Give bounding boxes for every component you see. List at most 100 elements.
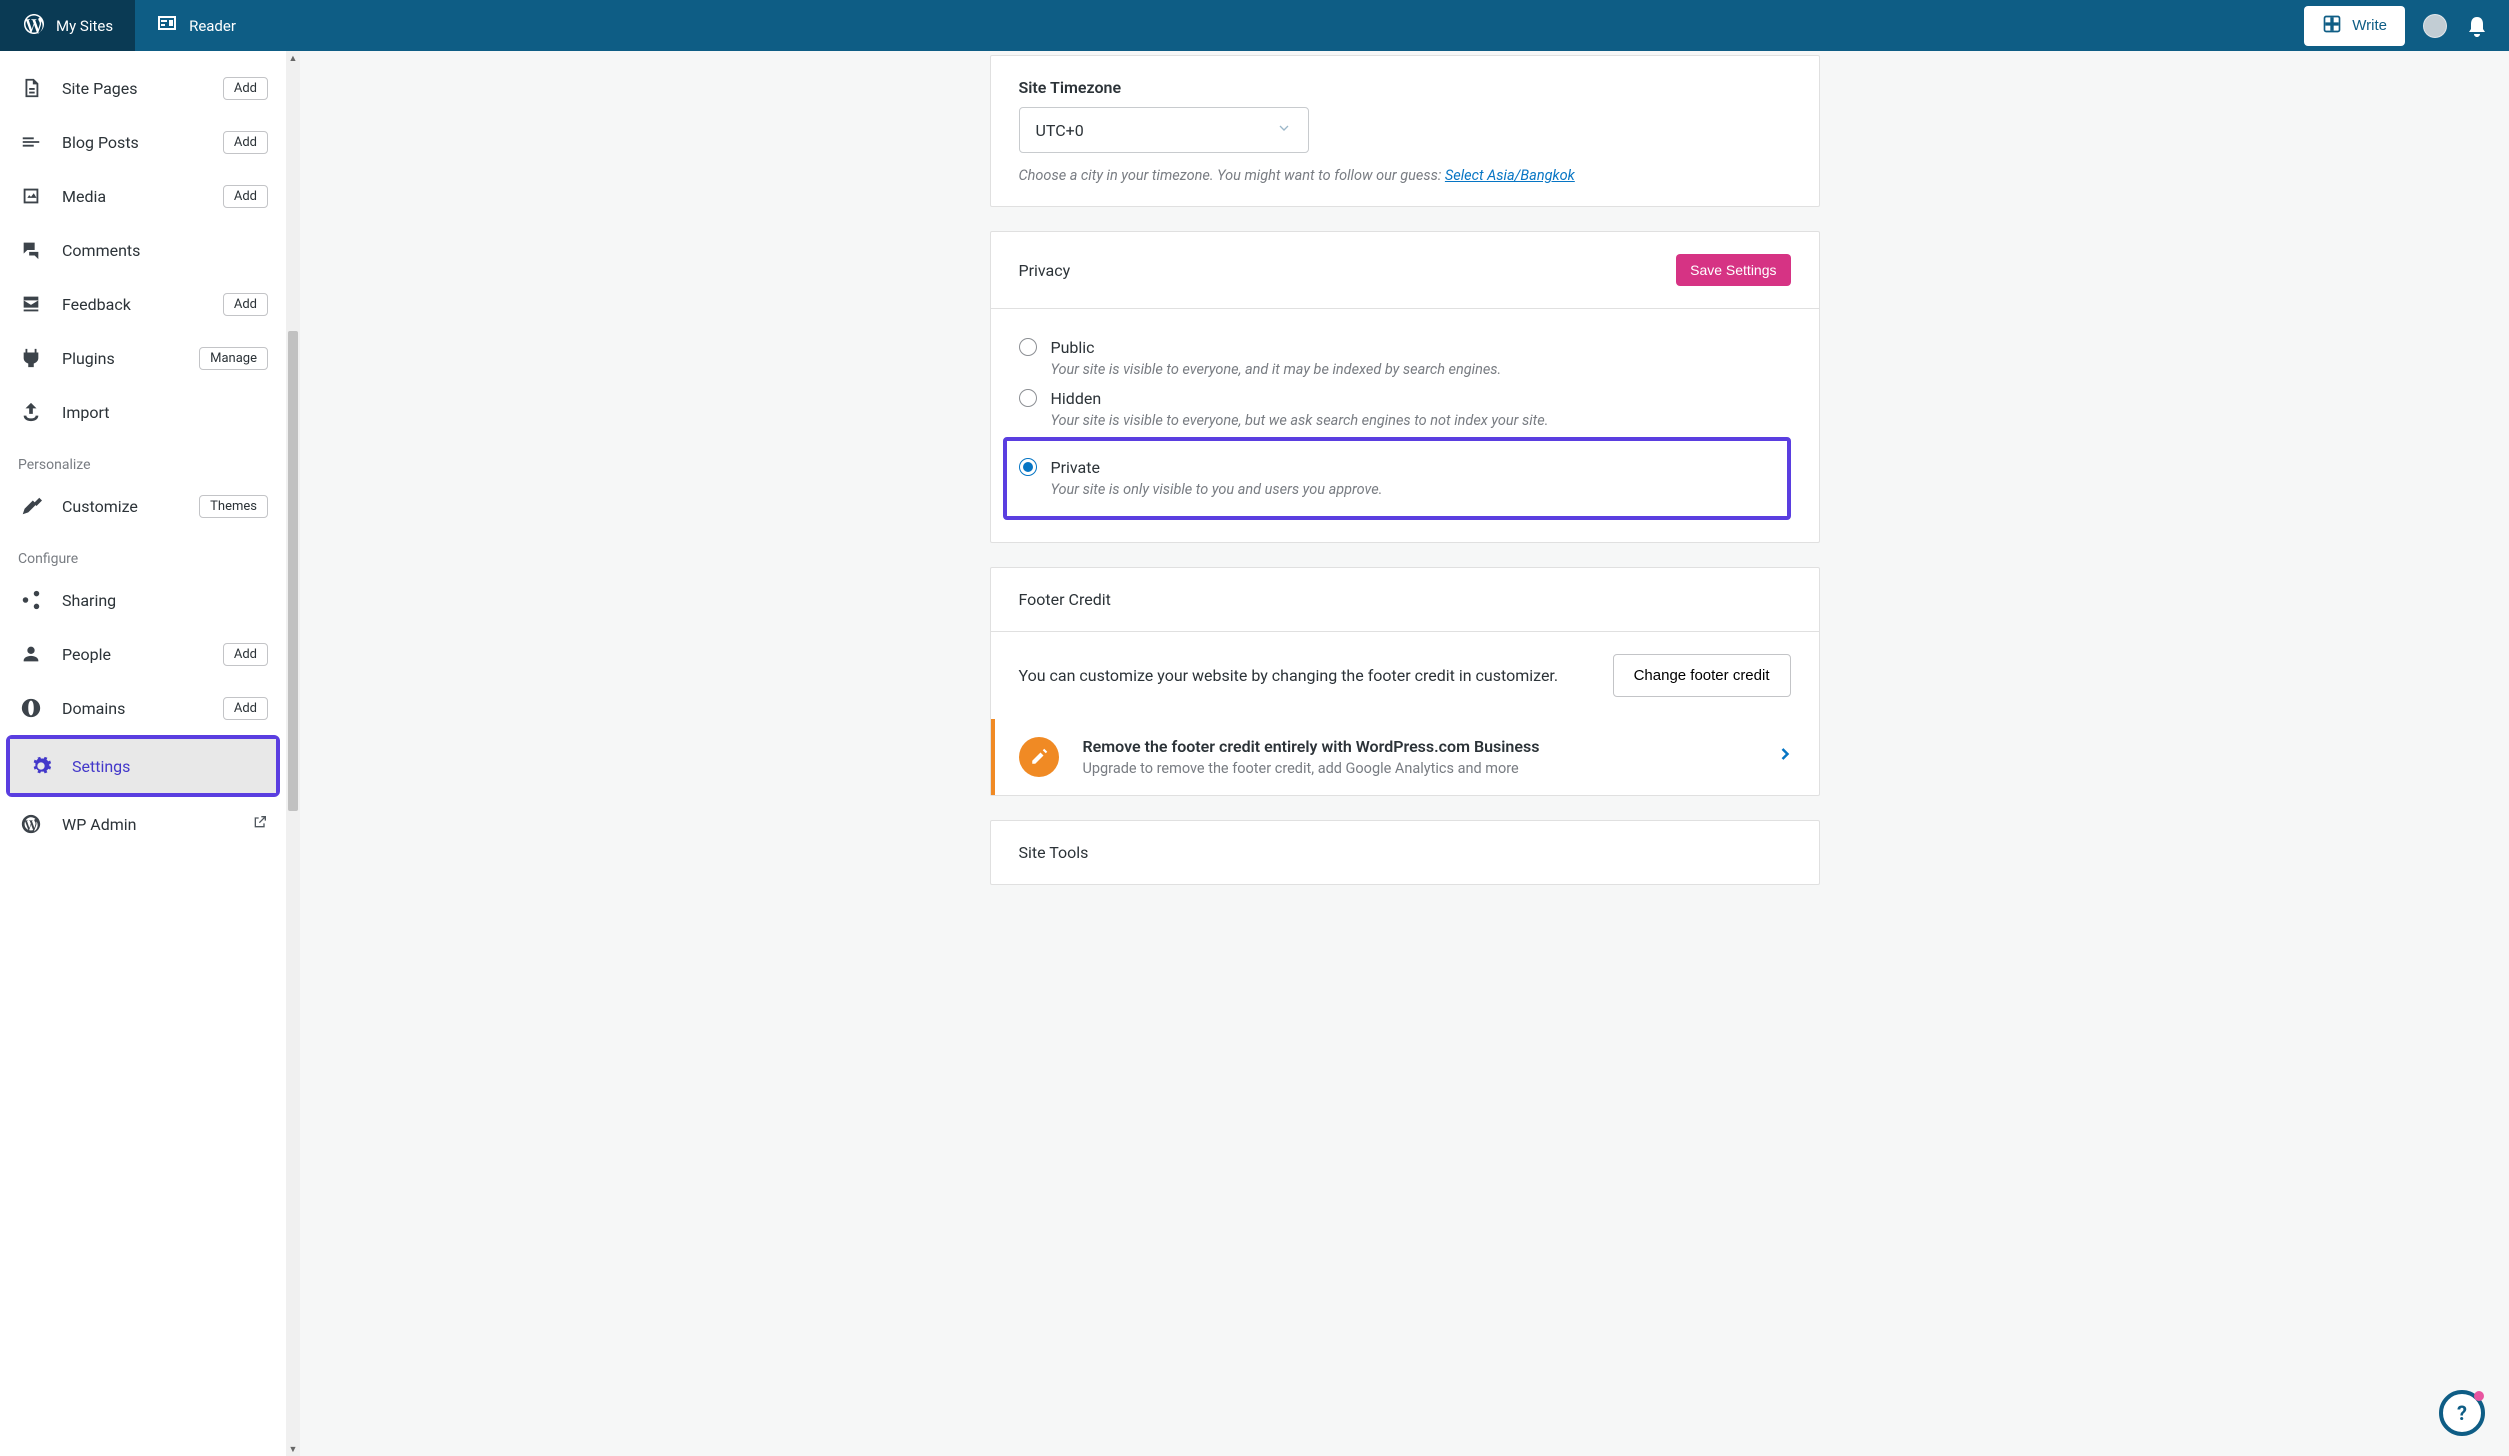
upsell-pencil-icon — [1019, 737, 1059, 777]
timezone-panel: Site Timezone UTC+0 Choose a city in you… — [990, 55, 1820, 207]
footer-credit-title: Footer Credit — [1019, 590, 1111, 609]
topbar-left: My Sites Reader — [0, 0, 256, 51]
sidebar-scrollbar[interactable]: ▲ ▼ — [286, 51, 300, 1456]
settings-icon — [28, 753, 54, 779]
question-mark-icon: ? — [2457, 1401, 2467, 1425]
sidebar-item-label: Settings — [72, 757, 258, 776]
notifications-icon[interactable] — [2465, 15, 2487, 37]
radio-hidden[interactable] — [1019, 389, 1037, 407]
people-icon — [18, 641, 44, 667]
main-content: Site Timezone UTC+0 Choose a city in you… — [300, 51, 2509, 1456]
radio-private[interactable] — [1019, 458, 1037, 476]
chevron-right-icon — [1775, 744, 1795, 770]
footer-credit-panel: Footer Credit You can customize your web… — [990, 567, 1820, 796]
write-icon — [2322, 14, 2342, 38]
add-chip[interactable]: Add — [223, 131, 268, 154]
wordpress-logo-icon — [22, 12, 46, 40]
media-icon — [18, 183, 44, 209]
privacy-option-public[interactable]: Public Your site is visible to everyone,… — [1019, 331, 1791, 382]
radio-label: Hidden — [1051, 389, 1791, 408]
scroll-up-icon[interactable]: ▲ — [286, 51, 300, 65]
sidebar-item-label: WP Admin — [62, 815, 252, 834]
upsell-subtitle: Upgrade to remove the footer credit, add… — [1083, 760, 1540, 777]
sidebar-item-label: Site Pages — [62, 79, 223, 98]
footer-upsell[interactable]: Remove the footer credit entirely with W… — [991, 719, 1819, 795]
radio-label: Private — [1051, 458, 1775, 477]
my-sites-label: My Sites — [56, 17, 113, 35]
sharing-icon — [18, 587, 44, 613]
feedback-icon — [18, 291, 44, 317]
sidebar-item-plugins[interactable]: Plugins Manage — [0, 331, 286, 385]
sidebar-item-domains[interactable]: Domains Add — [0, 681, 286, 735]
themes-chip[interactable]: Themes — [199, 495, 268, 518]
privacy-title: Privacy — [1019, 261, 1071, 280]
private-highlight: Private Your site is only visible to you… — [1003, 437, 1791, 520]
sidebar-item-label: Feedback — [62, 295, 223, 314]
sidebar-item-label: Comments — [62, 241, 268, 260]
topbar: My Sites Reader Write — [0, 0, 2509, 51]
sidebar-item-site-pages[interactable]: Site Pages Add — [0, 61, 286, 115]
sidebar-item-wp-admin[interactable]: WP Admin — [0, 797, 286, 851]
chevron-down-icon — [1276, 120, 1292, 140]
radio-description: Your site is only visible to you and use… — [1051, 481, 1775, 498]
my-sites-button[interactable]: My Sites — [0, 0, 135, 51]
write-label: Write — [2352, 17, 2387, 34]
external-link-icon — [252, 814, 268, 834]
add-chip[interactable]: Add — [223, 77, 268, 100]
comments-icon — [18, 237, 44, 263]
customize-icon — [18, 493, 44, 519]
sidebar-item-sharing[interactable]: Sharing — [0, 573, 286, 627]
sidebar-item-blog-posts[interactable]: Blog Posts Add — [0, 115, 286, 169]
timezone-value: UTC+0 — [1036, 121, 1084, 140]
privacy-option-hidden[interactable]: Hidden Your site is visible to everyone,… — [1019, 382, 1791, 433]
site-tools-panel: Site Tools — [990, 820, 1820, 885]
sidebar-item-label: Media — [62, 187, 223, 206]
add-chip[interactable]: Add — [223, 293, 268, 316]
help-fab[interactable]: ? — [2439, 1390, 2485, 1436]
save-settings-button[interactable]: Save Settings — [1676, 254, 1790, 286]
write-button[interactable]: Write — [2304, 6, 2405, 46]
sidebar-item-comments[interactable]: Comments — [0, 223, 286, 277]
scroll-down-icon[interactable]: ▼ — [286, 1442, 300, 1456]
sidebar-section-personalize: Personalize — [0, 439, 286, 479]
sidebar: Site Pages Add Blog Posts Add Media Add … — [0, 51, 300, 1456]
sidebar-item-feedback[interactable]: Feedback Add — [0, 277, 286, 331]
timezone-label: Site Timezone — [1019, 78, 1791, 97]
import-icon — [18, 399, 44, 425]
sidebar-item-label: Plugins — [62, 349, 199, 368]
site-tools-title: Site Tools — [1019, 843, 1089, 862]
sidebar-item-label: Sharing — [62, 591, 268, 610]
settings-highlight: Settings — [6, 735, 280, 797]
posts-icon — [18, 129, 44, 155]
sidebar-item-media[interactable]: Media Add — [0, 169, 286, 223]
add-chip[interactable]: Add — [223, 185, 268, 208]
reader-icon — [155, 12, 179, 40]
radio-description: Your site is visible to everyone, but we… — [1051, 412, 1791, 429]
change-footer-credit-button[interactable]: Change footer credit — [1613, 654, 1791, 697]
sidebar-item-label: Customize — [62, 497, 199, 516]
sidebar-item-import[interactable]: Import — [0, 385, 286, 439]
privacy-option-private[interactable]: Private Your site is only visible to you… — [1019, 451, 1775, 502]
add-chip[interactable]: Add — [223, 643, 268, 666]
domains-icon — [18, 695, 44, 721]
manage-chip[interactable]: Manage — [199, 347, 268, 370]
wp-icon — [18, 811, 44, 837]
sidebar-item-label: Blog Posts — [62, 133, 223, 152]
radio-public[interactable] — [1019, 338, 1037, 356]
upsell-title: Remove the footer credit entirely with W… — [1083, 737, 1540, 756]
scrollbar-thumb[interactable] — [288, 331, 298, 811]
privacy-panel: Privacy Save Settings Public Your site i… — [990, 231, 1820, 543]
add-chip[interactable]: Add — [223, 697, 268, 720]
sidebar-item-people[interactable]: People Add — [0, 627, 286, 681]
timezone-guess-link[interactable]: Select Asia/Bangkok — [1445, 167, 1575, 184]
page-icon — [18, 75, 44, 101]
timezone-hint: Choose a city in your timezone. You migh… — [1019, 167, 1791, 184]
sidebar-item-label: Import — [62, 403, 268, 422]
timezone-select[interactable]: UTC+0 — [1019, 107, 1309, 153]
sidebar-item-settings[interactable]: Settings — [10, 739, 276, 793]
radio-description: Your site is visible to everyone, and it… — [1051, 361, 1791, 378]
sidebar-item-customize[interactable]: Customize Themes — [0, 479, 286, 533]
reader-button[interactable]: Reader — [135, 0, 256, 51]
avatar[interactable] — [2423, 14, 2447, 38]
reader-label: Reader — [189, 17, 236, 35]
